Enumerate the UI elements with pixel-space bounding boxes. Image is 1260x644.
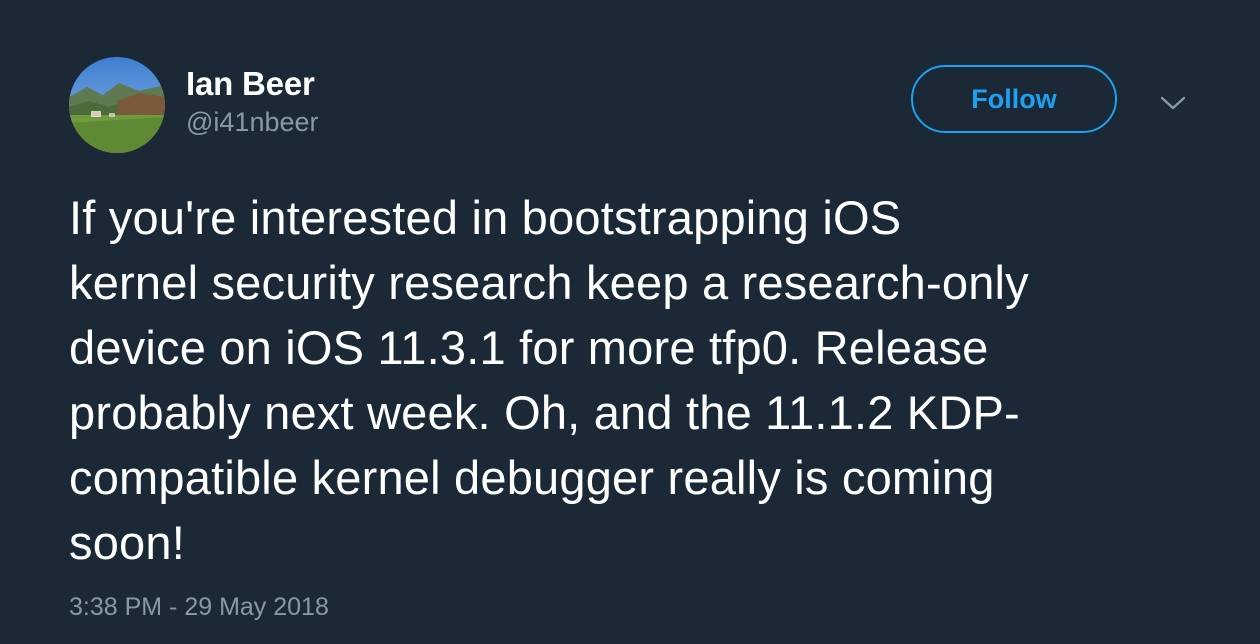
avatar-image [69,57,165,153]
author-block: Ian Beer @i41nbeer [186,64,319,139]
tweet-text-line: probably next week. Oh, and the 11.1.2 K… [69,386,1020,439]
tweet-text-line: device on iOS 11.3.1 for more tfp0. Rele… [69,321,989,374]
avatar[interactable] [69,57,165,153]
chevron-down-icon[interactable] [1158,92,1188,114]
author-handle[interactable]: @i41nbeer [186,105,319,139]
tweet-text-line: compatible kernel debugger really is com… [69,451,995,504]
tweet-card: Ian Beer @i41nbeer Follow If you're inte… [0,0,1260,644]
tweet-text: If you're interested in bootstrapping iO… [69,185,1219,575]
tweet-text-line: If you're interested in bootstrapping iO… [69,191,902,244]
tweet-text-line: kernel security research keep a research… [69,256,1029,309]
tweet-text-line: soon! [69,516,185,569]
author-name[interactable]: Ian Beer [186,64,319,104]
tweet-timestamp[interactable]: 3:38 PM - 29 May 2018 [69,592,329,622]
follow-button[interactable]: Follow [911,65,1117,133]
